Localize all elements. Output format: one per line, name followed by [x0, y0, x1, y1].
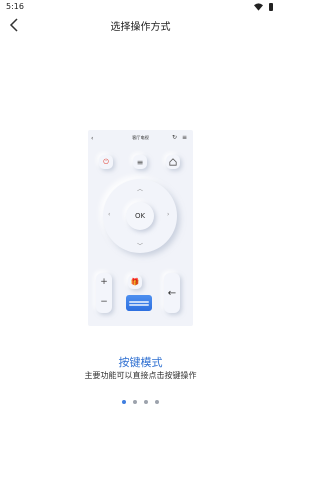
volume-up-label: + [100, 277, 108, 287]
dpad: ︿ ‹ › ﹀ OK [103, 179, 177, 253]
ok-button: OK [126, 202, 154, 230]
remote-preview: ‹ 客厅电视 ↻ ≡ ⏻ ≡ ︿ ‹ › ﹀ OK + − 🎁 ← [88, 130, 193, 326]
chevron-right-icon: › [167, 211, 170, 218]
menu-icon: ≡ [136, 157, 144, 167]
page-dot[interactable] [133, 400, 137, 404]
promo-bar [129, 300, 149, 303]
page-dot[interactable] [155, 400, 159, 404]
status-time: 5:16 [6, 2, 24, 11]
home-icon [169, 158, 177, 166]
back-key: ← [164, 273, 180, 313]
mode-title: 按键模式 [118, 356, 163, 369]
page-title: 选择操作方式 [110, 22, 171, 33]
arrow-left-icon: ← [167, 287, 177, 299]
volume-down-label: − [100, 297, 108, 307]
chevron-down-icon: ﹀ [137, 243, 144, 250]
volume-rocker: + − [96, 273, 112, 313]
menu-button: ≡ [133, 155, 147, 169]
battery-icon [269, 3, 273, 11]
settings-icon: ≡ [181, 134, 187, 141]
power-icon: ⏻ [103, 157, 109, 166]
status-bar: 5:16 [0, 0, 281, 14]
chevron-left-icon: ‹ [108, 211, 111, 218]
promo-bar [129, 303, 149, 306]
page-indicator[interactable] [122, 400, 159, 404]
home-button [166, 155, 180, 169]
promo-card [126, 295, 152, 311]
page-dot[interactable] [122, 400, 126, 404]
preview-top-icons: ↻ ≡ [172, 134, 187, 141]
refresh-icon: ↻ [171, 134, 177, 141]
chevron-up-icon: ︿ [137, 186, 144, 193]
gift-icon: 🎁 [130, 278, 140, 286]
wifi-icon [254, 3, 263, 11]
power-button: ⏻ [99, 155, 113, 169]
gift-button: 🎁 [128, 275, 142, 289]
page-dot[interactable] [144, 400, 148, 404]
mode-description: 主要功能可以直接点击按键操作 [84, 371, 197, 380]
